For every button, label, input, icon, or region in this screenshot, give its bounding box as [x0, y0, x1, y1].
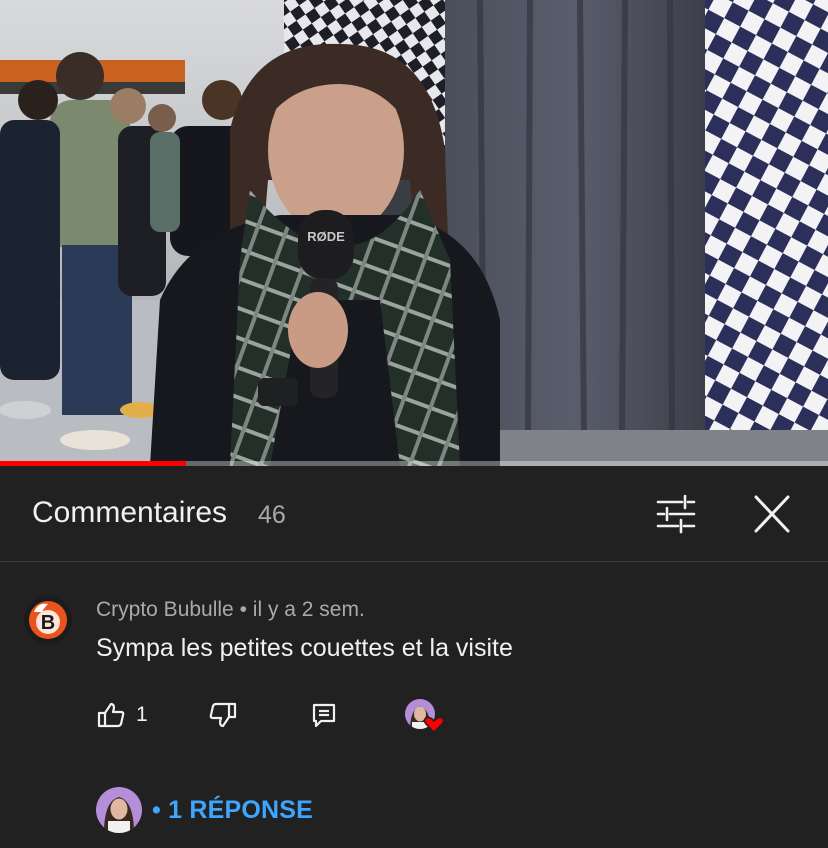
like-count: 1 [136, 703, 148, 726]
close-icon [754, 495, 790, 533]
comment-author[interactable]: Crypto Bubulle [96, 598, 234, 621]
comment-meta: Crypto Bubulle • il y a 2 sem. [96, 598, 365, 622]
comment-thread: B Crypto Bubulle • il y a 2 sem. Sympa l… [0, 562, 828, 848]
sort-filter-icon [656, 494, 696, 534]
thumbs-up-icon [97, 702, 125, 728]
comment-age: il y a 2 sem. [252, 598, 365, 621]
mic-brand-label: RØDE [307, 229, 345, 244]
author-avatar[interactable]: B [24, 596, 72, 644]
like-button[interactable]: 1 [96, 698, 148, 732]
reply-button[interactable] [310, 698, 338, 732]
creator-heart-icon [405, 699, 445, 734]
thumbs-down-icon [209, 702, 237, 728]
comments-count: 46 [258, 501, 286, 529]
comments-header: Commentaires 46 [0, 466, 828, 562]
close-comments-button[interactable] [746, 490, 798, 538]
svg-text:B: B [41, 612, 55, 634]
sort-filter-button[interactable] [650, 490, 702, 538]
video-player[interactable]: RØDE [0, 0, 828, 466]
dislike-button[interactable] [208, 698, 238, 732]
creator-heart-badge [404, 698, 446, 734]
replies-count-label: • 1 RÉPONSE [152, 795, 314, 824]
bitcoin-logo-icon: B [24, 596, 72, 644]
channel-avatar-icon [96, 787, 142, 833]
meta-separator: • [233, 598, 253, 621]
reply-author-avatar [96, 787, 142, 833]
reply-comment-icon [312, 703, 336, 728]
comments-title: Commentaires [32, 496, 228, 529]
view-replies-button[interactable]: • 1 RÉPONSE [96, 786, 313, 834]
video-frame: RØDE [0, 0, 828, 466]
comment-text: Sympa les petites couettes et la visite [96, 634, 513, 662]
